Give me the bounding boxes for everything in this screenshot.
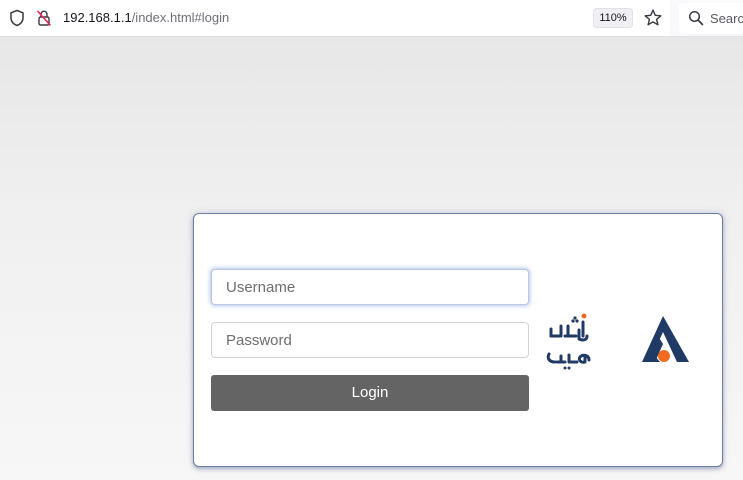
bookmark-star-icon[interactable]	[643, 8, 663, 28]
shield-icon[interactable]	[9, 9, 25, 27]
shatel-mobile-logo	[546, 313, 689, 370]
zoom-level-badge[interactable]: 110%	[593, 8, 633, 28]
url-path: /index.html#login	[131, 10, 230, 25]
search-bar[interactable]: Search	[679, 3, 743, 33]
address-bar[interactable]: 192.168.1.1/index.html#login 110%	[0, 0, 670, 36]
url-host: 192.168.1.1	[63, 10, 132, 25]
browser-toolbar: 192.168.1.1/index.html#login 110% Search	[0, 0, 743, 37]
page-background: Login	[0, 37, 743, 480]
search-placeholder: Search	[710, 11, 743, 26]
login-card: Login	[193, 213, 723, 467]
insecure-lock-icon[interactable]	[36, 9, 52, 27]
login-button[interactable]: Login	[211, 375, 529, 411]
search-icon	[688, 10, 704, 26]
password-input[interactable]	[211, 322, 529, 358]
url-text[interactable]: 192.168.1.1/index.html#login	[63, 10, 229, 26]
username-input[interactable]	[211, 269, 529, 305]
